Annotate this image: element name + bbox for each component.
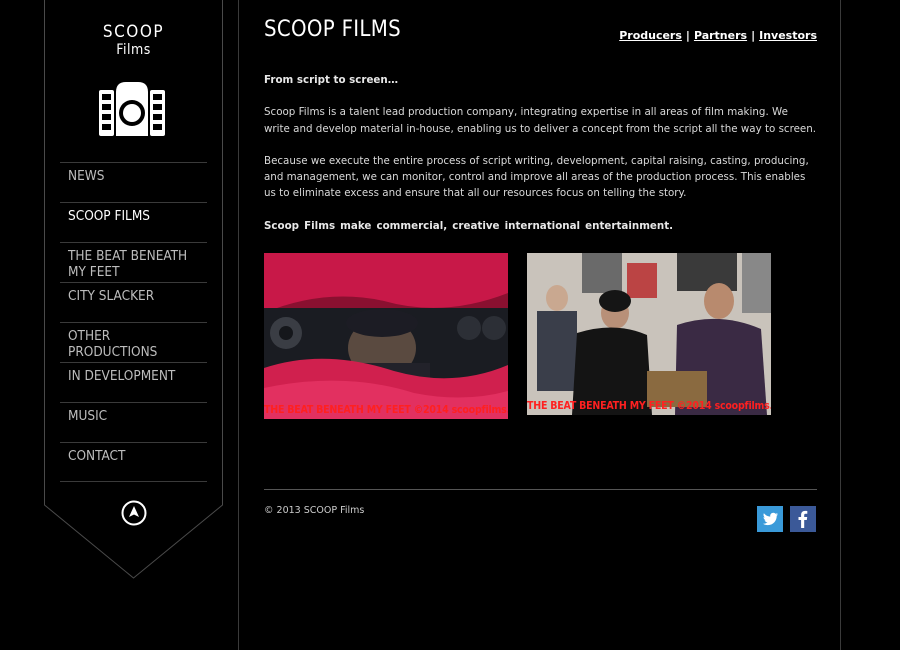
- main-border-left: [238, 0, 239, 650]
- film-still-2-image: [527, 253, 771, 415]
- link-separator: |: [751, 29, 756, 42]
- copyright: © 2013 SCOOP Films: [264, 505, 365, 516]
- nav-item-music[interactable]: MUSIC: [60, 402, 207, 442]
- film-still-2[interactable]: THE BEAT BENEATH MY FEET ©2014 scoopfilm…: [527, 253, 771, 415]
- nav-item-scoop-films[interactable]: SCOOP FILMS: [60, 202, 207, 242]
- film-reel-icon[interactable]: [99, 82, 165, 138]
- logo-subtitle: Films: [116, 42, 151, 58]
- article-body: From script to screen… Scoop Films is a …: [264, 72, 817, 250]
- main-nav: NEWS SCOOP FILMS THE BEAT BENEATH MY FEE…: [60, 162, 207, 482]
- paragraph-process: Because we execute the entire process of…: [264, 154, 809, 200]
- facebook-icon: [798, 510, 808, 528]
- facebook-button[interactable]: [790, 506, 816, 532]
- tagline: Scoop Films make commercial, creative in…: [264, 219, 674, 232]
- film-still-1[interactable]: THE BEAT BENEATH MY FEET ©2014 scoopfilm…: [264, 253, 508, 419]
- film-still-2-caption: THE BEAT BENEATH MY FEET ©2014 scoopfilm…: [527, 400, 771, 412]
- scroll-up-icon[interactable]: [121, 500, 147, 526]
- logo-title: SCOOP: [102, 22, 165, 42]
- film-still-1-image: [264, 253, 508, 419]
- partners-link[interactable]: Partners: [694, 29, 747, 42]
- film-still-1-caption: THE BEAT BENEATH MY FEET ©2014 scoopfilm…: [264, 404, 508, 416]
- twitter-icon: [763, 512, 778, 526]
- nav-item-city-slacker[interactable]: CITY SLACKER: [60, 282, 207, 322]
- nav-item-the-beat-beneath-my-feet[interactable]: THE BEAT BENEATH MY FEET: [60, 242, 207, 282]
- investors-link[interactable]: Investors: [759, 29, 817, 42]
- producers-link[interactable]: Producers: [619, 29, 682, 42]
- paragraph-about: Scoop Films is a talent lead production …: [264, 106, 817, 135]
- nav-item-news[interactable]: NEWS: [60, 162, 207, 202]
- footer-divider: [264, 489, 817, 490]
- main-border-right: [840, 0, 841, 650]
- page-title: SCOOP FILMS: [264, 17, 401, 42]
- nav-item-other-productions[interactable]: OTHER PRODUCTIONS: [60, 322, 207, 362]
- nav-item-contact[interactable]: CONTACT: [60, 442, 207, 482]
- sidebar: SCOOP Films NEWS SCOOP FILMS THE BEAT BE…: [44, 0, 223, 580]
- link-separator: |: [685, 29, 690, 42]
- twitter-button[interactable]: [757, 506, 783, 532]
- nav-item-in-development[interactable]: IN DEVELOPMENT: [60, 362, 207, 402]
- intro-heading: From script to screen…: [264, 74, 399, 86]
- header-links: Producers | Partners | Investors: [619, 29, 817, 42]
